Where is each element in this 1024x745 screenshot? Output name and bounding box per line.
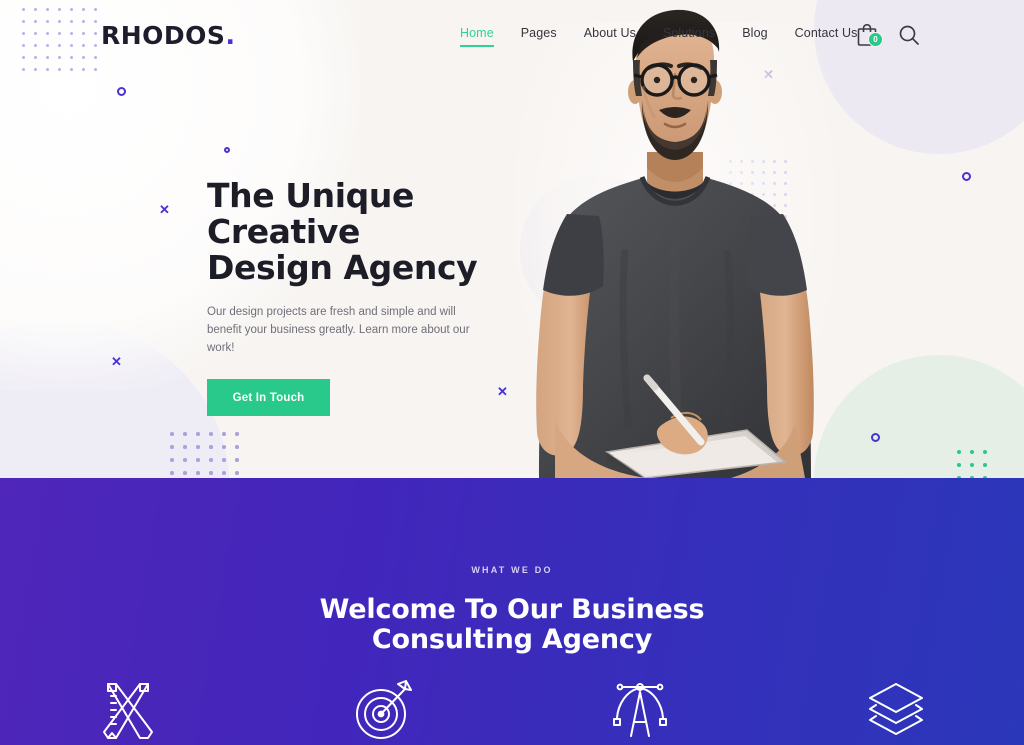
service-item-branding[interactable] xyxy=(768,678,1024,742)
hero-copy: The Unique Creative Design Agency Our de… xyxy=(207,178,507,416)
cart-button[interactable]: 0 xyxy=(856,23,883,47)
decor-dot xyxy=(235,432,239,436)
nav-item-contact-us[interactable]: Contact Us xyxy=(795,26,858,49)
decor-dot xyxy=(970,463,974,467)
search-icon xyxy=(899,25,919,45)
layers-icon xyxy=(869,683,923,735)
search-button[interactable] xyxy=(898,24,920,46)
what-we-do-title-line2: Consulting Agency xyxy=(371,624,653,655)
nav-label-contact-us: Contact Us xyxy=(794,26,858,40)
main-nav: Home Pages About Us Solutions Blog Conta… xyxy=(460,26,858,49)
person-illustration xyxy=(536,9,814,478)
decor-circle-marker-3 xyxy=(962,172,971,181)
decor-dot xyxy=(970,450,974,454)
header-tools: 0 xyxy=(856,23,920,47)
ruler-pencil-icon xyxy=(103,683,153,739)
decor-dot xyxy=(183,471,187,475)
hero-title-line2: Design Agency xyxy=(207,248,478,287)
decor-dot xyxy=(222,458,226,462)
nav-label-home: Home xyxy=(460,26,494,40)
decor-dot xyxy=(235,445,239,449)
hero-subtitle: Our design projects are fresh and simple… xyxy=(207,306,470,354)
page-root: ✕ ✕ ✕ ✕ xyxy=(0,0,1024,745)
decor-dot xyxy=(183,445,187,449)
nav-label-solutions: Solutions xyxy=(662,26,716,40)
what-we-do-eyebrow: WHAT WE DO xyxy=(471,565,553,575)
decor-dot xyxy=(183,432,187,436)
services-row xyxy=(0,678,1024,742)
site-header: RHODOS. Home Pages About Us Solutions Bl… xyxy=(0,0,1024,70)
logo-dot: . xyxy=(225,21,236,50)
decor-dot xyxy=(196,445,200,449)
decor-dot xyxy=(170,458,174,462)
service-item-typography[interactable] xyxy=(512,678,768,742)
decor-circle-marker-1 xyxy=(117,87,126,96)
nav-label-about-us: About Us xyxy=(583,26,636,40)
decor-dot xyxy=(170,432,174,436)
hero-title-line1: The Unique Creative xyxy=(207,176,414,251)
nav-item-pages[interactable]: Pages xyxy=(521,26,557,49)
what-we-do-title: Welcome To Our Business Consulting Agenc… xyxy=(0,595,1024,655)
service-item-design[interactable] xyxy=(0,678,256,742)
logo[interactable]: RHODOS. xyxy=(101,21,235,50)
decor-dot xyxy=(209,458,213,462)
decor-dot xyxy=(957,463,961,467)
decor-dot xyxy=(983,463,987,467)
decor-x-marker-2: ✕ xyxy=(111,354,122,369)
service-item-strategy[interactable] xyxy=(256,678,512,742)
decor-dot xyxy=(222,471,226,475)
decor-dot xyxy=(235,471,239,475)
nav-label-pages: Pages xyxy=(520,26,557,40)
nav-item-home[interactable]: Home xyxy=(460,26,494,49)
what-we-do-title-line1: Welcome To Our Business xyxy=(319,594,705,625)
decor-dot xyxy=(235,458,239,462)
decor-dot xyxy=(170,445,174,449)
decor-dot xyxy=(196,458,200,462)
decor-dot xyxy=(170,471,174,475)
nav-item-blog[interactable]: Blog xyxy=(742,26,767,49)
typography-bezier-icon xyxy=(613,683,667,737)
nav-label-blog: Blog xyxy=(742,26,768,40)
decor-dot xyxy=(196,471,200,475)
decor-dot xyxy=(983,450,987,454)
hero-photo xyxy=(495,0,855,478)
get-in-touch-button[interactable]: Get In Touch xyxy=(207,379,330,416)
nav-item-about-us[interactable]: About Us xyxy=(584,26,636,49)
decor-dot xyxy=(183,458,187,462)
target-arrow-icon xyxy=(356,680,412,739)
nav-item-solutions[interactable]: Solutions xyxy=(663,26,715,49)
hero-section: ✕ ✕ ✕ ✕ xyxy=(0,0,1024,478)
logo-text: RHODOS xyxy=(101,21,226,50)
decor-dot xyxy=(209,445,213,449)
decor-dot xyxy=(222,445,226,449)
decor-circle-lavender-bottomleft xyxy=(0,320,230,478)
decor-dot xyxy=(209,432,213,436)
hero-title: The Unique Creative Design Agency xyxy=(207,178,507,286)
decor-circle-marker-2 xyxy=(224,147,230,153)
decor-dot xyxy=(957,450,961,454)
decor-dot xyxy=(196,432,200,436)
decor-dot xyxy=(222,432,226,436)
decor-dot xyxy=(209,471,213,475)
decor-circle-marker-4 xyxy=(871,433,880,442)
cart-count-badge: 0 xyxy=(868,32,883,47)
decor-x-marker-1: ✕ xyxy=(159,202,170,217)
